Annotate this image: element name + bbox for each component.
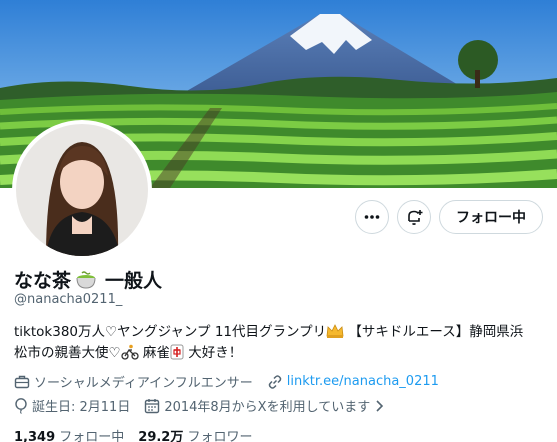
display-name: なな茶 xyxy=(14,270,72,292)
followers-label: フォロワー xyxy=(187,430,253,442)
followers-stat[interactable]: 29.2万 フォロワー xyxy=(138,426,252,442)
more-icon xyxy=(364,215,380,219)
following-button[interactable]: フォロー中 xyxy=(439,200,543,234)
crown-emoji-icon xyxy=(326,324,344,338)
followers-count: 29.2万 xyxy=(138,430,184,442)
joined-label: 2014年8月からXを利用しています xyxy=(164,400,371,415)
profile-meta-row-2: 誕生日: 2月11日 2014年8月からXを利用しています xyxy=(14,396,398,415)
following-label: フォロー中 xyxy=(59,430,125,442)
birthday-label: 誕生日: 2月11日 xyxy=(32,400,131,415)
display-name-suffix: 一般人 xyxy=(105,270,163,292)
bio-text: 麻雀 xyxy=(142,345,170,361)
bio-text: 【サキドルエース】静岡県浜 xyxy=(348,324,524,340)
name-row: なな茶 一般人 xyxy=(14,266,162,293)
bell-plus-icon xyxy=(408,210,423,225)
chevron-right-icon xyxy=(376,399,384,412)
matcha-emoji-icon xyxy=(76,270,96,289)
joined-date[interactable]: 2014年8月からXを利用しています xyxy=(144,396,384,415)
more-button[interactable] xyxy=(355,200,389,234)
birthday: 誕生日: 2月11日 xyxy=(14,396,130,415)
category-label: ソーシャルメディアインフルエンサー xyxy=(34,376,253,391)
bio-text: 松市の親善大使♡ xyxy=(14,345,121,361)
follow-stats: 1,349 フォロー中 29.2万 フォロワー xyxy=(14,426,253,442)
balloon-icon xyxy=(15,397,27,414)
following-count: 1,349 xyxy=(14,430,56,442)
bio: tiktok380万人♡ヤングジャンプ 11代目グランプリ 【サキドルエース】静… xyxy=(14,322,549,364)
cyclist-emoji-icon xyxy=(120,344,139,360)
profile-actions: フォロー中 xyxy=(355,200,543,234)
briefcase-icon xyxy=(14,375,30,388)
category: ソーシャルメディアインフルエンサー xyxy=(14,372,253,391)
profile-link-text[interactable]: linktr.ee/nanacha_0211 xyxy=(287,374,439,389)
avatar[interactable] xyxy=(12,120,152,260)
bio-text: 大好き！ xyxy=(188,345,243,361)
link-icon xyxy=(268,374,282,389)
profile-link[interactable]: linktr.ee/nanacha_0211 xyxy=(267,374,439,390)
following-stat[interactable]: 1,349 フォロー中 xyxy=(14,426,124,442)
bio-text: tiktok380万人♡ヤングジャンプ 11代目グランプリ xyxy=(14,324,327,340)
profile-meta-row: ソーシャルメディアインフルエンサー linktr.ee/nanacha_0211 xyxy=(14,372,453,391)
calendar-icon xyxy=(145,398,160,413)
notify-button[interactable] xyxy=(397,200,431,234)
mahjong-tile-icon xyxy=(170,344,184,360)
user-handle: @nanacha0211_ xyxy=(14,292,123,307)
